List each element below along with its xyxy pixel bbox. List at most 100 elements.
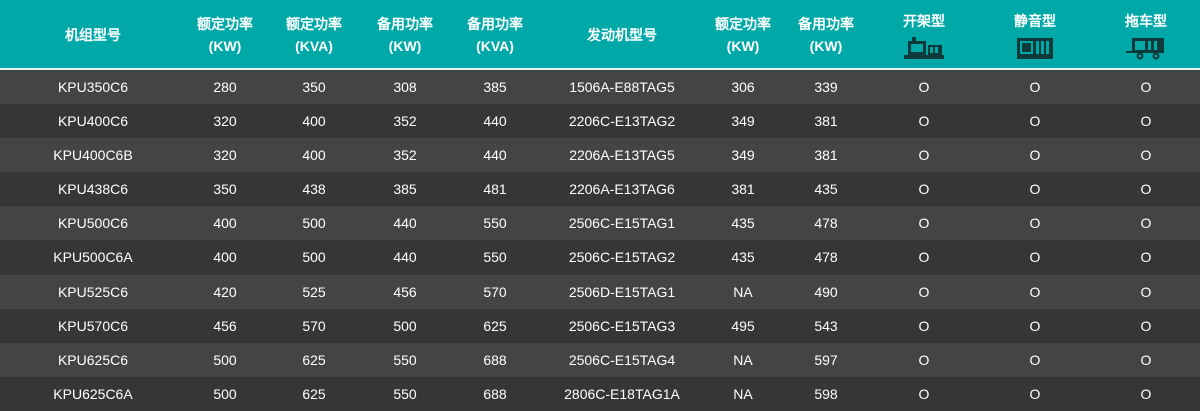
table-cell: 625	[483, 317, 507, 334]
column-header-4: 备用功率 (KVA)	[450, 0, 540, 70]
table-cell: 570	[302, 317, 326, 334]
column-header-label: 静音型	[1014, 12, 1056, 29]
table-cell: 570	[483, 283, 507, 300]
column-header-label: 机组型号	[65, 27, 121, 43]
table-cell: 2206A-E13TAG6	[569, 181, 675, 198]
table-cell: 625	[302, 385, 326, 402]
table-cell: O	[918, 351, 930, 368]
table-header: 机组型号 额定功率 (KW) 额定功率 (KVA) 备用功率 (KW) 备用功率 (KVA) 发动…	[0, 0, 1200, 70]
table-cell: KPU400C6B	[53, 147, 133, 164]
table-cell: O	[1029, 351, 1041, 368]
table-cell: O	[918, 215, 930, 232]
table-cell: 597	[814, 351, 838, 368]
table-cell: O	[1029, 147, 1041, 164]
table-cell: KPU525C6	[57, 283, 129, 300]
table-cell: 1506A-E88TAG5	[569, 79, 675, 95]
table-cell: 2206A-E13TAG5	[569, 147, 675, 164]
table-cell: 490	[814, 283, 838, 300]
table-cell: O	[1140, 249, 1152, 266]
column-header-unit: (KVA)	[295, 38, 333, 54]
column-header-7: 备用功率 (KW)	[781, 0, 871, 70]
table-cell: KPU500C6A	[53, 249, 133, 266]
table-cell: 2506D-E15TAG1	[568, 283, 676, 300]
table-row: KPU500C6A 400 500 440 550 2506C-E15TAG2 435 478…	[0, 240, 1200, 275]
table-cell: 2506C-E15TAG4	[568, 351, 676, 368]
table-cell: 435	[731, 249, 755, 266]
table-cell: 280	[213, 79, 237, 95]
table-cell: 381	[814, 147, 838, 164]
table-cell: 2806C-E18TAG1A	[564, 385, 680, 402]
column-header-2: 额定功率 (KVA)	[269, 0, 359, 70]
table-cell: 2506C-E15TAG2	[568, 249, 676, 266]
table-cell: 440	[393, 215, 417, 232]
table-cell: NA	[733, 385, 753, 402]
column-header-10: 拖车型	[1092, 0, 1200, 70]
table-cell: KPU438C6	[57, 181, 129, 198]
table-cell: 420	[213, 283, 237, 300]
table-row: KPU400C6B 320 400 352 440 2206A-E13TAG5 349 381…	[0, 138, 1200, 173]
table-cell: KPU400C6	[57, 113, 129, 130]
table-cell: 320	[213, 147, 237, 164]
table-cell: O	[1029, 385, 1041, 402]
column-header-label: 备用功率	[377, 16, 433, 32]
table-cell: 625	[302, 351, 326, 368]
table-cell: 440	[483, 147, 507, 164]
column-header-label: 额定功率	[197, 16, 253, 32]
table-cell: O	[1029, 283, 1041, 300]
table-cell: 525	[302, 283, 326, 300]
column-header-5: 发动机型号	[542, 0, 702, 70]
table-cell: 349	[731, 147, 755, 164]
table-body: KPU350C6 280 350 308 385 1506A-E88TAG5 306 339 O…	[0, 70, 1200, 411]
column-header-unit: (KVA)	[476, 38, 514, 54]
table-row: KPU400C6 320 400 352 440 2206C-E13TAG2 349 381 O…	[0, 104, 1200, 139]
table-cell: 435	[814, 181, 838, 198]
table-cell: 352	[393, 147, 417, 164]
column-header-unit: (KW)	[726, 38, 760, 54]
table-cell: KPU350C6	[57, 79, 129, 95]
table-cell: O	[1140, 79, 1152, 95]
column-header-unit: (KW)	[388, 38, 422, 54]
table-cell: O	[1140, 283, 1152, 300]
column-header-0: 机组型号	[8, 0, 178, 70]
table-cell: 349	[731, 113, 755, 130]
table-row: KPU625C6A 500 625 550 688 2806C-E18TAG1A NA 598…	[0, 376, 1200, 411]
table-row: KPU438C6 350 438 385 481 2206A-E13TAG6 381 435 O…	[0, 172, 1200, 207]
table-cell: O	[1140, 351, 1152, 368]
table-cell: O	[918, 283, 930, 300]
column-header-9: 静音型	[980, 0, 1090, 70]
column-header-label: 发动机型号	[587, 27, 657, 43]
table-cell: 381	[731, 181, 755, 198]
table-cell: O	[1029, 181, 1041, 198]
silent-generator-icon	[1013, 35, 1057, 61]
column-header-label: 额定功率	[715, 16, 771, 32]
table-cell: 350	[302, 79, 326, 95]
table-cell: O	[918, 113, 930, 130]
table-cell: 478	[814, 215, 838, 232]
table-row: KPU625C6 500 625 550 688 2506C-E15TAG4 NA 597 O O…	[0, 342, 1200, 377]
open-frame-generator-icon	[902, 35, 946, 61]
table-cell: NA	[733, 283, 753, 300]
table-cell: 456	[213, 317, 237, 334]
table-cell: O	[1029, 79, 1041, 95]
table-cell: KPU570C6	[57, 317, 129, 334]
table-cell: KPU625C6	[57, 351, 129, 368]
trailer-generator-icon	[1124, 35, 1168, 61]
table-cell: 550	[483, 215, 507, 232]
table-cell: KPU500C6	[57, 215, 129, 232]
column-header-label: 拖车型	[1125, 12, 1167, 29]
table-cell: 350	[213, 181, 237, 198]
table-cell: O	[918, 249, 930, 266]
table-cell: 308	[393, 79, 417, 95]
table-cell: 550	[483, 249, 507, 266]
column-header-label: 额定功率	[286, 16, 342, 32]
table-cell: O	[1029, 215, 1041, 232]
column-header-label: 开架型	[903, 12, 945, 29]
table-cell: O	[1140, 181, 1152, 198]
table-cell: 440	[393, 249, 417, 266]
table-cell: 598	[814, 385, 838, 402]
table-cell: 500	[213, 385, 237, 402]
table-cell: 500	[213, 351, 237, 368]
column-header-3: 备用功率 (KW)	[360, 0, 450, 70]
table-cell: 320	[213, 113, 237, 130]
table-cell: O	[918, 181, 930, 198]
